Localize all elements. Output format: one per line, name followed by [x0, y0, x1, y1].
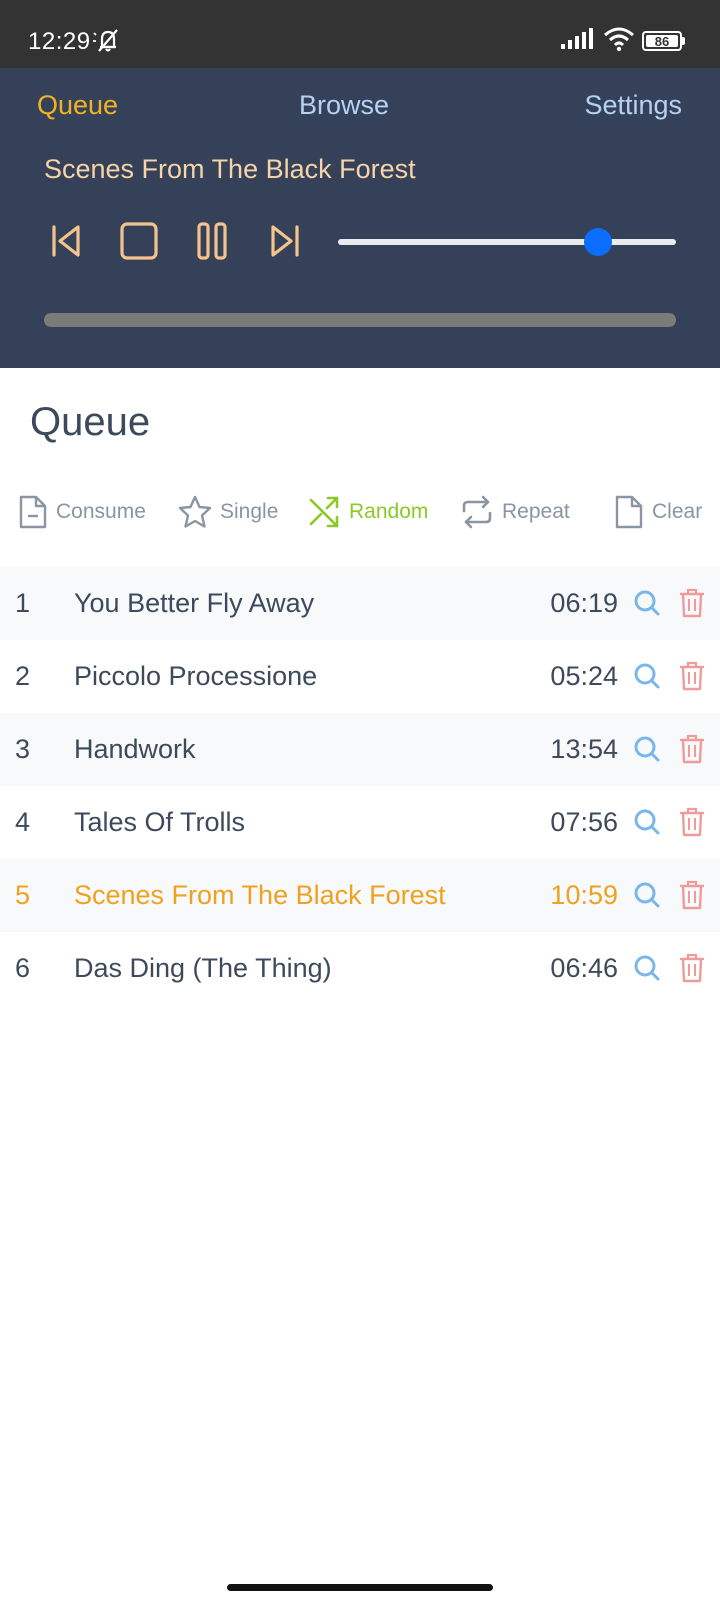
- star-icon: [178, 495, 212, 528]
- track-duration: 10:59: [550, 880, 618, 910]
- file-minus-icon: [19, 495, 47, 529]
- previous-icon: [52, 225, 80, 257]
- home-indicator[interactable]: [227, 1584, 493, 1591]
- next-icon: [271, 225, 299, 257]
- volume-slider[interactable]: [338, 228, 676, 256]
- track-title: Tales Of Trolls: [74, 807, 246, 837]
- queue-row[interactable]: 1 You Better Fly Away 06:19: [0, 567, 720, 640]
- track-title: You Better Fly Away: [74, 588, 315, 618]
- battery-icon: 86: [642, 31, 685, 51]
- track-duration: 13:54: [550, 734, 618, 764]
- single-button[interactable]: Single: [178, 490, 278, 534]
- wifi-icon: [603, 26, 635, 57]
- trash-icon[interactable]: [679, 952, 705, 989]
- track-duration: 05:24: [550, 661, 618, 691]
- battery-level: 86: [654, 33, 670, 49]
- tab-settings[interactable]: Settings: [584, 90, 682, 121]
- tab-browse[interactable]: Browse: [299, 90, 389, 121]
- queue-list: 1 You Better Fly Away 06:19 2 Piccolo Pr…: [0, 567, 720, 1005]
- playback-progress-bar[interactable]: [44, 313, 676, 327]
- track-title: Scenes From The Black Forest: [74, 880, 446, 910]
- track-number: 4: [15, 807, 31, 837]
- search-icon[interactable]: [633, 589, 661, 622]
- queue-row[interactable]: 6 Das Ding (The Thing) 06:46: [0, 932, 720, 1005]
- queue-row[interactable]: 4 Tales Of Trolls 07:56: [0, 786, 720, 859]
- file-icon: [615, 495, 643, 529]
- clear-label: Clear: [652, 500, 703, 523]
- track-duration: 06:19: [550, 588, 618, 618]
- stop-icon: [120, 222, 158, 260]
- trash-icon[interactable]: [679, 733, 705, 770]
- track-number: 1: [15, 588, 31, 618]
- pause-button[interactable]: [192, 221, 232, 261]
- consume-button[interactable]: Consume: [18, 490, 146, 534]
- now-playing-title: Scenes From The Black Forest: [44, 154, 416, 184]
- track-number: 6: [15, 953, 31, 983]
- previous-button[interactable]: [46, 221, 86, 261]
- stop-button[interactable]: [119, 221, 159, 261]
- search-icon[interactable]: [633, 735, 661, 768]
- queue-row[interactable]: 3 Handwork 13:54: [0, 713, 720, 786]
- search-icon[interactable]: [633, 808, 661, 841]
- bell-off-icon: [93, 27, 123, 58]
- single-label: Single: [220, 500, 279, 523]
- volume-slider-handle[interactable]: [584, 228, 613, 256]
- track-title: Piccolo Processione: [74, 661, 318, 691]
- page-title: Queue: [30, 400, 151, 444]
- trash-icon[interactable]: [679, 660, 705, 697]
- search-icon[interactable]: [633, 662, 661, 695]
- signal-icon: [561, 28, 593, 55]
- clear-button[interactable]: Clear: [614, 490, 702, 534]
- search-icon[interactable]: [633, 954, 661, 987]
- consume-label: Consume: [56, 500, 146, 523]
- track-number: 3: [15, 734, 31, 764]
- queue-row[interactable]: 2 Piccolo Processione 05:24: [0, 640, 720, 713]
- track-number: 2: [15, 661, 31, 691]
- repeat-button[interactable]: Repeat: [460, 490, 570, 534]
- player-header: Queue Browse Settings Scenes From The Bl…: [0, 68, 720, 368]
- shuffle-icon: [309, 496, 339, 528]
- track-number: 5: [15, 880, 31, 910]
- random-label: Random: [349, 500, 429, 523]
- track-duration: 07:56: [550, 807, 618, 837]
- pause-icon: [197, 222, 227, 260]
- trash-icon[interactable]: [679, 879, 705, 916]
- trash-icon[interactable]: [679, 587, 705, 624]
- search-icon[interactable]: [633, 881, 661, 914]
- next-button[interactable]: [265, 221, 305, 261]
- tab-queue[interactable]: Queue: [37, 90, 118, 121]
- track-title: Das Ding (The Thing): [74, 953, 332, 983]
- random-button[interactable]: Random: [309, 490, 428, 534]
- track-duration: 06:46: [550, 953, 618, 983]
- trash-icon[interactable]: [679, 806, 705, 843]
- repeat-label: Repeat: [502, 500, 570, 523]
- status-time: 12:29: [28, 28, 91, 55]
- queue-row-current[interactable]: 5 Scenes From The Black Forest 10:59: [0, 859, 720, 932]
- queue-toolbar: Consume Single Random Repeat Clear: [0, 490, 720, 534]
- repeat-icon: [462, 495, 492, 529]
- status-bar: 12:29 86: [0, 0, 720, 68]
- track-title: Handwork: [74, 734, 196, 764]
